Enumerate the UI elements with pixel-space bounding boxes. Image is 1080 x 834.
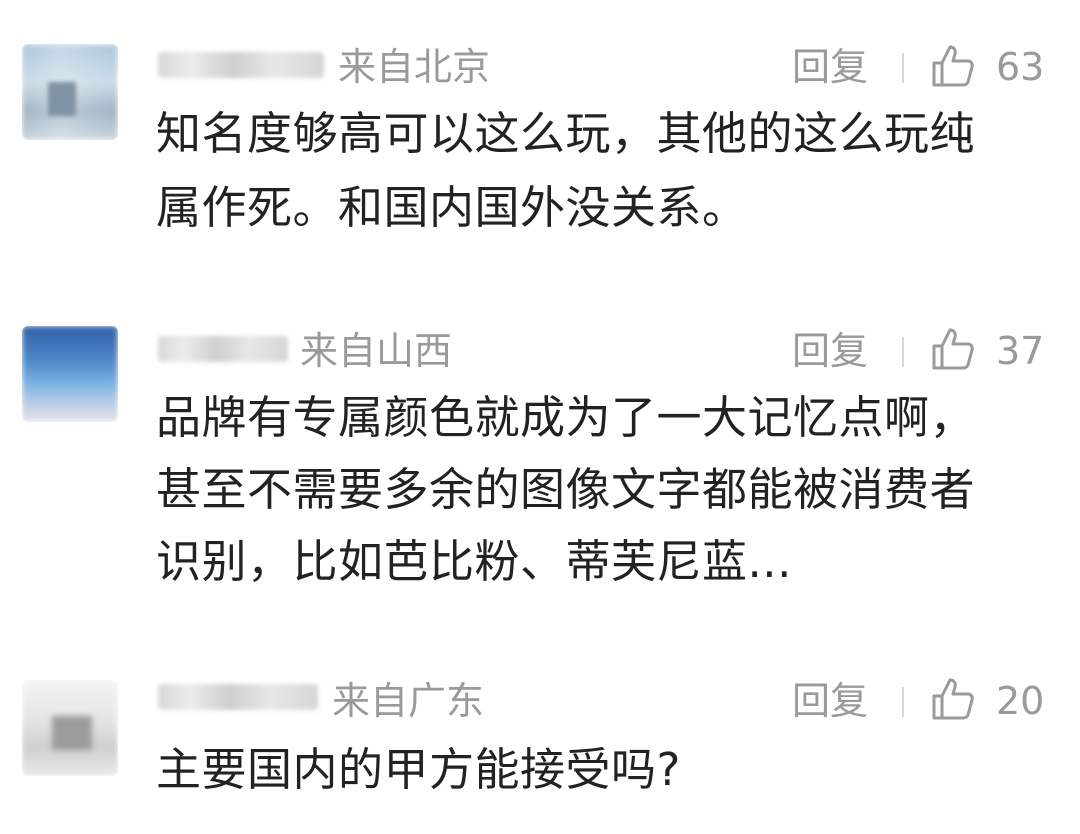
divider bbox=[902, 687, 904, 717]
reply-button[interactable]: 回复 bbox=[792, 46, 868, 88]
comment-text-line: 甚至不需要多余的图像文字都能被消费者 bbox=[156, 463, 976, 516]
location-label: 来自北京 bbox=[338, 45, 491, 89]
avatar[interactable] bbox=[22, 326, 118, 422]
reply-button[interactable]: 回复 bbox=[792, 680, 868, 722]
like-count: 20 bbox=[996, 679, 1045, 723]
comment-text-line: 属作死。和国内国外没关系。 bbox=[156, 181, 748, 234]
like-count: 37 bbox=[996, 329, 1045, 373]
comment-text-line: 品牌有专属颜色就成为了一大记忆点啊， bbox=[156, 391, 976, 444]
thumbs-up-icon[interactable] bbox=[930, 676, 976, 722]
comment-text-line: 识别，比如芭比粉、蒂芙尼蓝... bbox=[156, 535, 792, 588]
divider bbox=[902, 337, 904, 367]
avatar[interactable] bbox=[22, 44, 118, 140]
username-blurred[interactable] bbox=[158, 336, 288, 362]
username-blurred[interactable] bbox=[158, 684, 318, 710]
location-label: 来自山西 bbox=[300, 329, 453, 373]
avatar[interactable] bbox=[22, 680, 118, 776]
comment-text-line: 知名度够高可以这么玩，其他的这么玩纯 bbox=[156, 107, 976, 160]
reply-button[interactable]: 回复 bbox=[792, 330, 868, 372]
username-blurred[interactable] bbox=[158, 52, 324, 78]
thumbs-up-icon[interactable] bbox=[930, 43, 976, 89]
comment-text-line: 主要国内的甲方能接受吗? bbox=[156, 743, 681, 796]
thumbs-up-icon[interactable] bbox=[930, 326, 976, 372]
like-count: 63 bbox=[996, 45, 1045, 89]
location-label: 来自广东 bbox=[332, 679, 485, 723]
divider bbox=[902, 53, 904, 83]
